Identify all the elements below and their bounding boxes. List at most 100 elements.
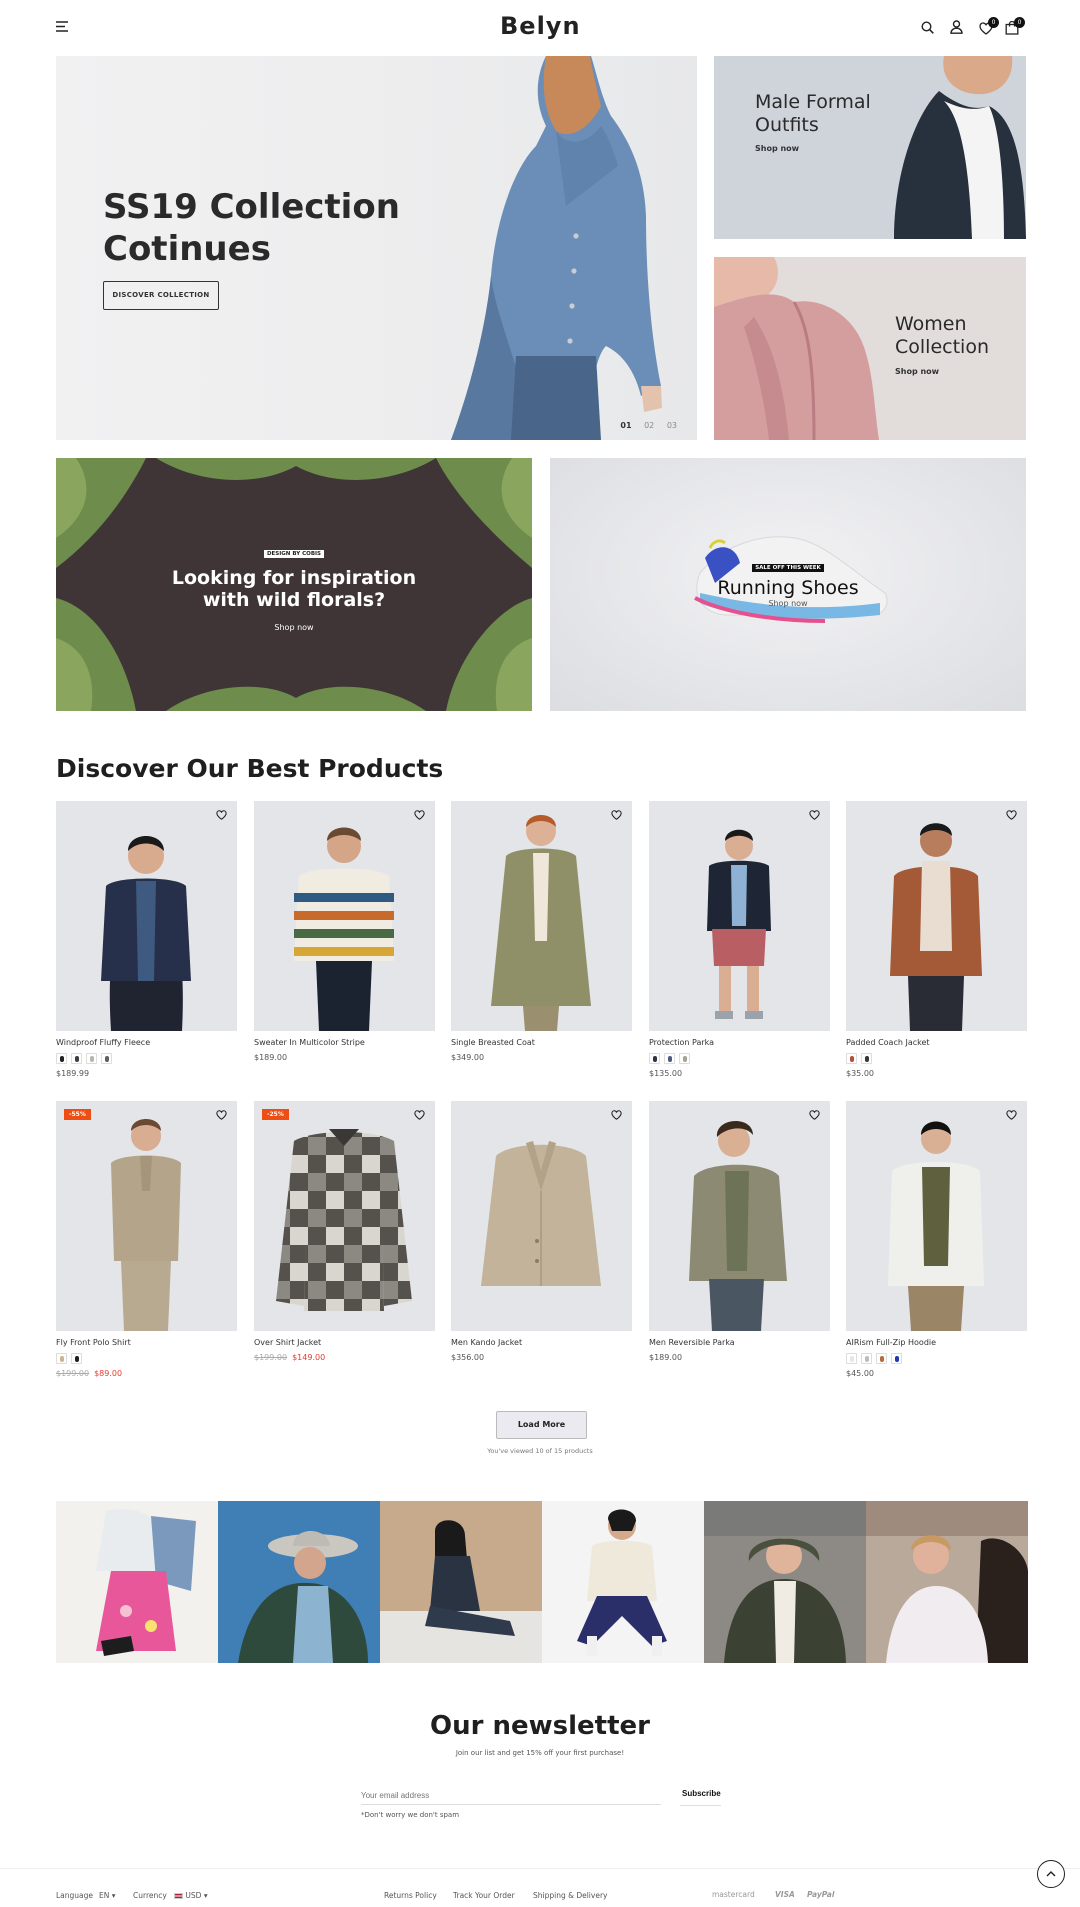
color-swatch[interactable]: #a8a195	[679, 1053, 690, 1064]
product-card[interactable]: Padded Coach Jacket #b94d3a #35373b $35.00	[846, 801, 1027, 1078]
color-swatch[interactable]: #b76a3c	[876, 1353, 887, 1364]
florals-shop-now-link[interactable]: Shop now	[56, 623, 532, 632]
color-swatch[interactable]: #2d3340	[649, 1053, 660, 1064]
load-more-button[interactable]: Load More	[496, 1411, 587, 1439]
instagram-photo-3[interactable]	[380, 1501, 542, 1663]
florals-banner[interactable]: DESIGN BY COBIS Looking for inspiration w…	[56, 458, 532, 711]
color-swatch[interactable]: #b9b5ac	[86, 1053, 97, 1064]
track-order-link[interactable]: Track Your Order	[453, 1891, 515, 1900]
product-card[interactable]: Men Kando Jacket $356.00	[451, 1101, 632, 1362]
cart-button[interactable]: 0	[1005, 17, 1025, 35]
product-image[interactable]	[56, 801, 237, 1031]
woman-sitting-on-rug-image	[380, 1520, 542, 1663]
color-swatch[interactable]: #bdbdb8	[861, 1353, 872, 1364]
women-collection-title: Women Collection	[895, 313, 989, 358]
product-card[interactable]: AIRism Full-Zip Hoodie #e6e6e2 #bdbdb8 #b76…	[846, 1101, 1027, 1378]
running-shoes-shop-now-link[interactable]: Shop now	[550, 599, 1026, 608]
wishlist-button[interactable]: 0	[979, 17, 999, 35]
product-name[interactable]: Padded Coach Jacket	[846, 1038, 1027, 1048]
site-logo[interactable]: Belyn	[500, 12, 580, 40]
color-swatch[interactable]: #4e5b80	[664, 1053, 675, 1064]
instagram-photo-2[interactable]	[218, 1501, 380, 1663]
male-suit-model-image	[894, 56, 1026, 239]
instagram-photo-1[interactable]	[56, 1501, 218, 1663]
shipping-delivery-link[interactable]: Shipping & Delivery	[533, 1891, 607, 1900]
women-collection-shop-now-link[interactable]: Shop now	[895, 367, 939, 376]
heart-icon[interactable]	[216, 810, 227, 820]
product-name[interactable]: Fly Front Polo Shirt	[56, 1338, 237, 1348]
heart-icon[interactable]	[414, 810, 425, 820]
instagram-photo-4[interactable]	[542, 1501, 704, 1663]
heart-icon[interactable]	[1006, 1110, 1017, 1120]
returns-policy-link[interactable]: Returns Policy	[384, 1891, 437, 1900]
product-name[interactable]: Protection Parka	[649, 1038, 830, 1048]
product-name[interactable]: Over Shirt Jacket	[254, 1338, 435, 1348]
heart-icon[interactable]	[809, 1110, 820, 1120]
currency-select[interactable]: USD ▾	[174, 1891, 208, 1900]
male-formal-banner[interactable]: Male Formal Outfits Shop now	[714, 56, 1026, 239]
product-card[interactable]: -25% Over Shirt Jacket $199.00 $149.00	[254, 1101, 435, 1362]
product-card[interactable]: Sweater In Multicolor Stripe $189.00	[254, 801, 435, 1062]
hamburger-menu-icon[interactable]	[56, 21, 68, 32]
site-header: Belyn 0 0	[0, 0, 1080, 56]
product-name[interactable]: AIRism Full-Zip Hoodie	[846, 1338, 1027, 1348]
color-swatch[interactable]: #3a3d44	[71, 1053, 82, 1064]
color-swatch[interactable]: #5d6067	[101, 1053, 112, 1064]
subscribe-button[interactable]: Subscribe	[682, 1789, 721, 1798]
color-swatch[interactable]: #202020	[71, 1353, 82, 1364]
slide-dot-2[interactable]: 02	[644, 421, 654, 430]
instagram-photo-5[interactable]	[704, 1501, 866, 1663]
back-to-top-button[interactable]	[1037, 1860, 1065, 1888]
product-image[interactable]: -55%	[56, 1101, 237, 1331]
heart-icon[interactable]	[809, 810, 820, 820]
product-name[interactable]: Men Kando Jacket	[451, 1338, 632, 1348]
heart-icon[interactable]	[414, 1110, 425, 1120]
product-name[interactable]: Sweater In Multicolor Stripe	[254, 1038, 435, 1048]
running-shoes-title: Running Shoes	[717, 577, 859, 599]
us-flag-icon	[174, 1893, 183, 1899]
heart-icon[interactable]	[611, 810, 622, 820]
heart-icon[interactable]	[216, 1110, 227, 1120]
heart-icon[interactable]	[1006, 810, 1017, 820]
product-image[interactable]	[846, 1101, 1027, 1331]
product-card[interactable]: -55% Fly Front Polo Shirt #c9b789 #202020 $1…	[56, 1101, 237, 1378]
newsletter-email-input[interactable]	[361, 1787, 661, 1805]
slide-dot-1[interactable]: 01	[620, 421, 631, 430]
chevron-down-icon: ▾	[203, 1891, 208, 1900]
color-swatch[interactable]: #b94d3a	[846, 1053, 857, 1064]
language-select[interactable]: EN ▾	[99, 1891, 116, 1900]
flatlay-outfit-image	[96, 1509, 196, 1656]
running-shoes-banner[interactable]: SALE OFF THIS WEEK Running Shoes Shop no…	[550, 458, 1026, 711]
product-card[interactable]: Windproof Fluffy Fleece #1e2228 #3a3d44 #b9…	[56, 801, 237, 1078]
product-image[interactable]: -25%	[254, 1101, 435, 1331]
product-image[interactable]	[451, 801, 632, 1031]
color-swatch[interactable]: #e6e6e2	[846, 1353, 857, 1364]
woman-in-fleece-image	[577, 1509, 667, 1656]
discover-collection-button[interactable]: DISCOVER COLLECTION	[103, 281, 219, 310]
product-image[interactable]	[649, 1101, 830, 1331]
hero-slider[interactable]: SS19 Collection Cotinues DISCOVER COLLECT…	[56, 56, 697, 440]
color-swatch[interactable]: #35373b	[861, 1053, 872, 1064]
product-image[interactable]	[649, 801, 830, 1031]
instagram-photo-6[interactable]	[866, 1501, 1028, 1663]
product-price: $356.00	[451, 1353, 485, 1362]
product-image[interactable]	[254, 801, 435, 1031]
language-label: Language	[56, 1891, 94, 1900]
color-swatch[interactable]: #1b3ab8	[891, 1353, 902, 1364]
color-swatch[interactable]: #c9b789	[56, 1353, 67, 1364]
user-account-icon[interactable]	[950, 20, 963, 34]
search-icon[interactable]	[921, 21, 934, 34]
product-name[interactable]: Men Reversible Parka	[649, 1338, 830, 1348]
color-swatch[interactable]: #1e2228	[56, 1053, 67, 1064]
heart-icon[interactable]	[611, 1110, 622, 1120]
women-collection-banner[interactable]: Women Collection Shop now	[714, 257, 1026, 440]
product-card[interactable]: Single Breasted Coat $349.00	[451, 801, 632, 1062]
product-card[interactable]: Men Reversible Parka $189.00	[649, 1101, 830, 1362]
slide-dot-3[interactable]: 03	[667, 421, 677, 430]
male-formal-shop-now-link[interactable]: Shop now	[755, 144, 799, 153]
product-name[interactable]: Single Breasted Coat	[451, 1038, 632, 1048]
product-image[interactable]	[846, 801, 1027, 1031]
product-image[interactable]	[451, 1101, 632, 1331]
product-name[interactable]: Windproof Fluffy Fleece	[56, 1038, 237, 1048]
product-card[interactable]: Protection Parka #2d3340 #4e5b80 #a8a195 $13…	[649, 801, 830, 1078]
